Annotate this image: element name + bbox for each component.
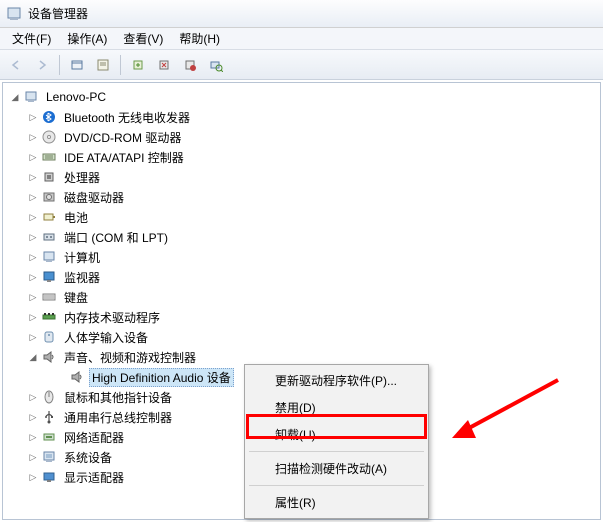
ctx-update-driver[interactable]: 更新驱动程序软件(P)... xyxy=(247,367,426,394)
tree-node-cpu[interactable]: ▷ 处理器 xyxy=(3,167,600,187)
tree-node-label: 声音、视频和游戏控制器 xyxy=(61,348,199,367)
ctx-separator xyxy=(249,485,424,486)
toolbar-separator xyxy=(120,55,121,75)
tree-node-label: 显示适配器 xyxy=(61,468,127,487)
tree-node-label: IDE ATA/ATAPI 控制器 xyxy=(61,148,187,167)
expand-icon[interactable]: ▷ xyxy=(27,131,39,143)
app-icon xyxy=(6,6,22,22)
hid-icon xyxy=(41,329,57,345)
tree-node-keyboard[interactable]: ▷ 键盘 xyxy=(3,287,600,307)
window-title: 设备管理器 xyxy=(28,5,88,22)
mouse-icon xyxy=(41,389,57,405)
tree-node-monitor[interactable]: ▷ 监视器 xyxy=(3,267,600,287)
tree-node-battery[interactable]: ▷ 电池 xyxy=(3,207,600,227)
tree-node-ports[interactable]: ▷ 端口 (COM 和 LPT) xyxy=(3,227,600,247)
forward-button xyxy=(30,53,54,77)
tree-node-label: 电池 xyxy=(61,208,91,227)
tree-node-hid[interactable]: ▷ 人体学输入设备 xyxy=(3,327,600,347)
menu-bar: 文件(F) 操作(A) 查看(V) 帮助(H) xyxy=(0,28,603,50)
menu-view[interactable]: 查看(V) xyxy=(115,28,171,49)
computer-icon xyxy=(41,249,57,265)
tree-node-label: 通用串行总线控制器 xyxy=(61,408,175,427)
menu-help[interactable]: 帮助(H) xyxy=(171,28,228,49)
menu-action[interactable]: 操作(A) xyxy=(59,28,115,49)
properties-button[interactable] xyxy=(91,53,115,77)
tree-node-disk[interactable]: ▷ 磁盘驱动器 xyxy=(3,187,600,207)
expand-icon[interactable]: ▷ xyxy=(27,471,39,483)
tree-node-label: 内存技术驱动程序 xyxy=(61,308,163,327)
expand-icon[interactable]: ▷ xyxy=(27,271,39,283)
menu-file[interactable]: 文件(F) xyxy=(4,28,59,49)
system-icon xyxy=(41,449,57,465)
tree-node-label: 磁盘驱动器 xyxy=(61,188,127,207)
dvd-icon xyxy=(41,129,57,145)
tree-node-label: 鼠标和其他指针设备 xyxy=(61,388,175,407)
network-icon xyxy=(41,429,57,445)
tree-node-label: 系统设备 xyxy=(61,448,115,467)
battery-icon xyxy=(41,209,57,225)
computer-icon xyxy=(23,89,39,105)
memtech-icon xyxy=(41,309,57,325)
expand-icon[interactable]: ▷ xyxy=(27,451,39,463)
tree-node-label: DVD/CD-ROM 驱动器 xyxy=(61,128,184,147)
toolbar xyxy=(0,50,603,80)
back-button xyxy=(4,53,28,77)
keyboard-icon xyxy=(41,289,57,305)
expand-icon[interactable]: ▷ xyxy=(27,191,39,203)
collapse-icon[interactable]: ◢ xyxy=(9,91,21,103)
ctx-uninstall[interactable]: 卸载(U) xyxy=(247,421,426,448)
ports-icon xyxy=(41,229,57,245)
ctx-scan-hardware[interactable]: 扫描检测硬件改动(A) xyxy=(247,455,426,482)
ctx-properties[interactable]: 属性(R) xyxy=(247,489,426,516)
scan-hardware-button[interactable] xyxy=(204,53,228,77)
ctx-separator xyxy=(249,451,424,452)
tree-node-memtech[interactable]: ▷ 内存技术驱动程序 xyxy=(3,307,600,327)
tree-node-label: 计算机 xyxy=(61,248,103,267)
tree-node-dvd[interactable]: ▷ DVD/CD-ROM 驱动器 xyxy=(3,127,600,147)
disk-icon xyxy=(41,189,57,205)
disable-button[interactable] xyxy=(178,53,202,77)
expand-icon[interactable]: ▷ xyxy=(27,431,39,443)
expand-icon[interactable]: ▷ xyxy=(27,331,39,343)
expand-icon[interactable]: ▷ xyxy=(27,151,39,163)
bluetooth-icon xyxy=(41,109,57,125)
expand-icon[interactable]: ◢ xyxy=(27,351,39,363)
tree-node-label: High Definition Audio 设备 xyxy=(89,368,234,387)
usb-icon xyxy=(41,409,57,425)
cpu-icon xyxy=(41,169,57,185)
tree-node-label: 网络适配器 xyxy=(61,428,127,447)
expand-icon[interactable]: ▷ xyxy=(27,171,39,183)
expand-icon[interactable]: ▷ xyxy=(27,291,39,303)
tree-node-label: 处理器 xyxy=(61,168,103,187)
display-icon xyxy=(41,469,57,485)
monitor-icon xyxy=(41,269,57,285)
update-driver-button[interactable] xyxy=(126,53,150,77)
context-menu: 更新驱动程序软件(P)... 禁用(D) 卸载(U) 扫描检测硬件改动(A) 属… xyxy=(244,364,429,519)
tree-node-label: 键盘 xyxy=(61,288,91,307)
expand-icon[interactable]: ▷ xyxy=(27,251,39,263)
expand-icon[interactable]: ▷ xyxy=(27,311,39,323)
tree-node-label: 人体学输入设备 xyxy=(61,328,151,347)
tree-node-label: 端口 (COM 和 LPT) xyxy=(61,228,171,247)
tree-node-ide[interactable]: ▷ IDE ATA/ATAPI 控制器 xyxy=(3,147,600,167)
tree-node-bluetooth[interactable]: ▷ Bluetooth 无线电收发器 xyxy=(3,107,600,127)
expand-icon[interactable]: ▷ xyxy=(27,411,39,423)
expand-icon[interactable]: ▷ xyxy=(27,211,39,223)
tree-root-label: Lenovo-PC xyxy=(43,89,109,105)
show-hide-button[interactable] xyxy=(65,53,89,77)
sound-icon xyxy=(41,349,57,365)
ide-icon xyxy=(41,149,57,165)
expand-icon[interactable]: ▷ xyxy=(27,111,39,123)
expand-icon[interactable]: ▷ xyxy=(27,231,39,243)
tree-node-computer[interactable]: ▷ 计算机 xyxy=(3,247,600,267)
uninstall-button[interactable] xyxy=(152,53,176,77)
toolbar-separator xyxy=(59,55,60,75)
hdaudio-icon xyxy=(69,369,85,385)
window-titlebar: 设备管理器 xyxy=(0,0,603,28)
tree-node-label: 监视器 xyxy=(61,268,103,287)
tree-root[interactable]: ◢ Lenovo-PC xyxy=(3,87,600,107)
tree-node-label: Bluetooth 无线电收发器 xyxy=(61,108,193,127)
expand-icon[interactable]: ▷ xyxy=(27,391,39,403)
ctx-disable[interactable]: 禁用(D) xyxy=(247,394,426,421)
